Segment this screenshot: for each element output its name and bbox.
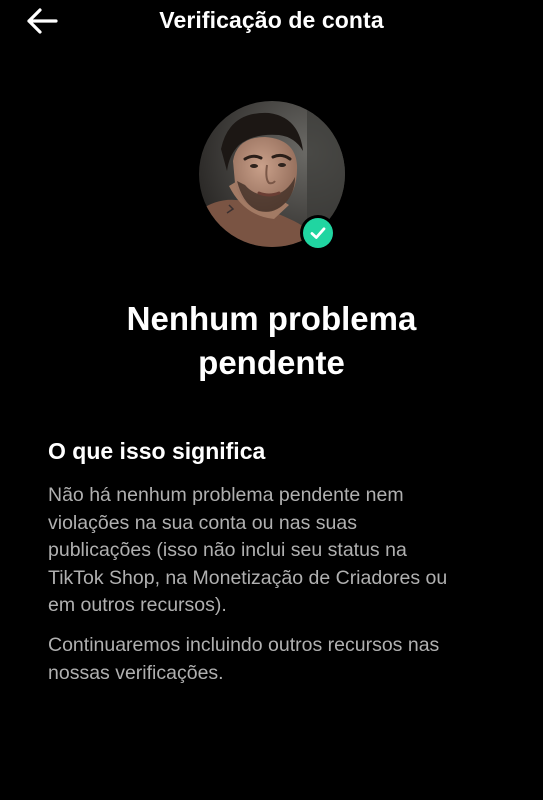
status-headline-line: pendente [198,344,345,381]
paragraph-line: TikTok Shop, na Monetização de Criadores… [48,566,448,589]
section-title: O que isso significa [48,438,266,464]
check-icon [303,218,333,248]
status-headline: Nenhum problema pendente [0,297,543,385]
verified-badge [300,215,336,251]
paragraph-line: Continuaremos incluindo outros recursos … [48,634,440,656]
paragraph-line: violações na sua conta ou nas suas [48,511,357,534]
profile-avatar-container [199,101,345,251]
paragraph-line: em outros recursos). [48,594,227,616]
page-title: Verificação de conta [159,7,384,33]
explanation-paragraph: Não há nenhum problema pendente nem viol… [48,482,508,620]
paragraph-line: publicações (isso não inclui seu status … [48,539,407,561]
paragraph-line: Não há nenhum problema pendente nem [48,484,404,506]
paragraph-line: nossas verificações. [48,661,224,684]
note-paragraph: Continuaremos incluindo outros recursos … [48,632,508,687]
top-bar: Verificação de conta [0,0,543,44]
status-headline-line: Nenhum problema [126,300,417,337]
